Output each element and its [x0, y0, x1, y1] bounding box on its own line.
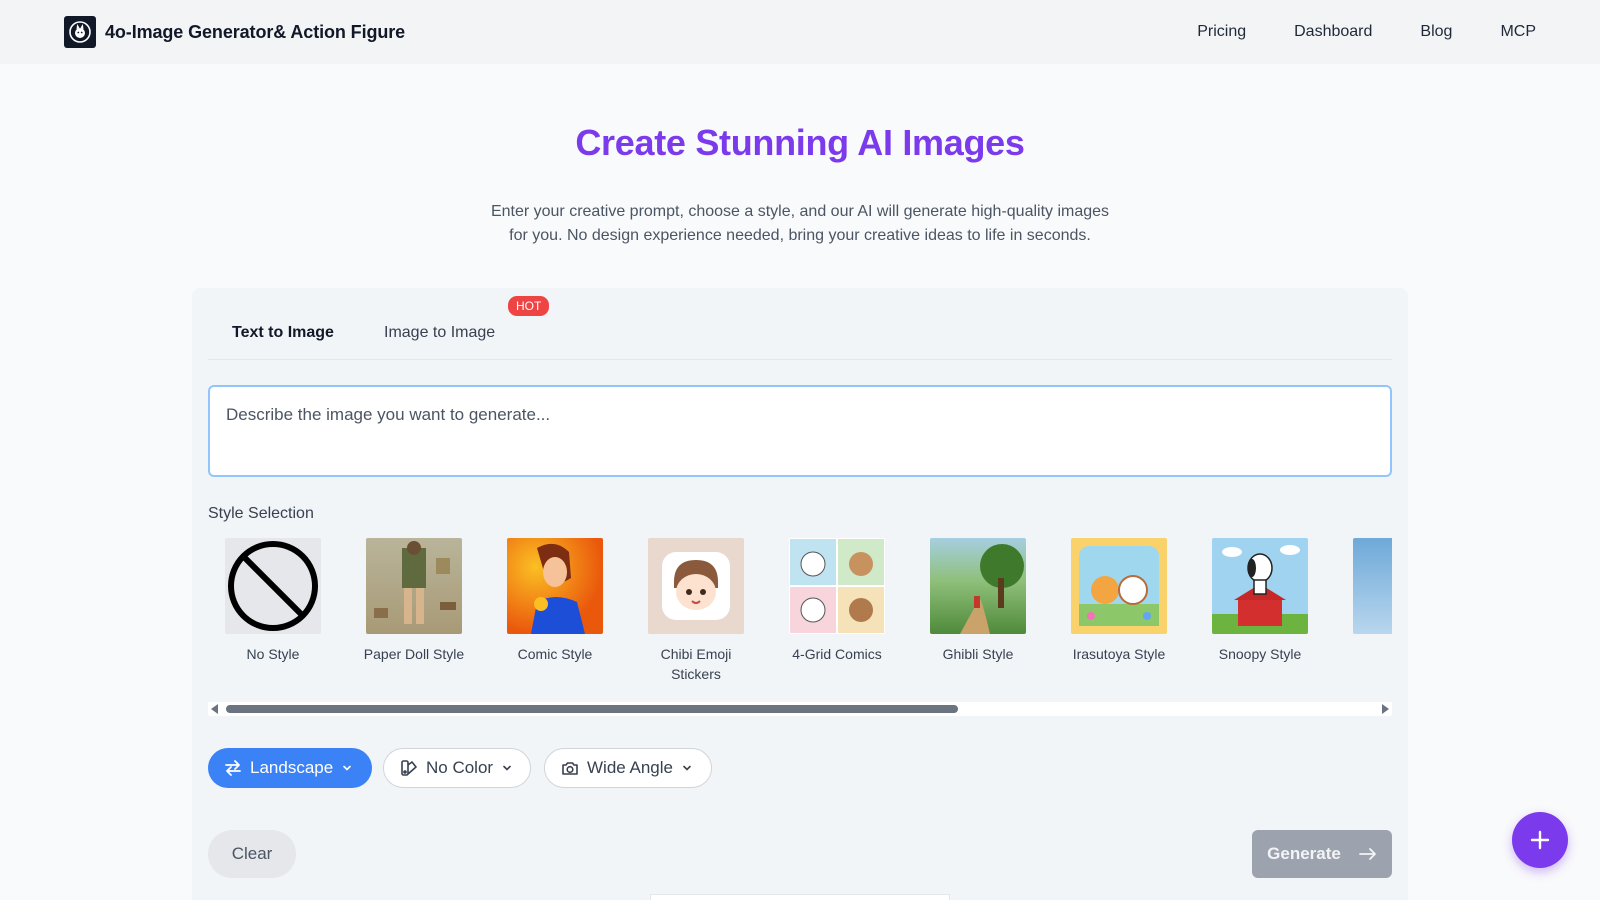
lens-label: Wide Angle	[587, 758, 673, 777]
style-option-no-style[interactable]: No Style	[208, 538, 338, 664]
mode-tabs: Text to Image Image to Image HOT	[208, 288, 1392, 360]
nav-link-mcp[interactable]: MCP	[1500, 23, 1536, 41]
prompt-input[interactable]	[208, 385, 1392, 477]
chevron-down-icon	[343, 765, 351, 771]
no-style-icon	[225, 538, 321, 634]
style-option-comic[interactable]: Comic Style	[490, 538, 620, 664]
scroll-right-icon[interactable]	[1382, 704, 1389, 714]
nav-link-dashboard[interactable]: Dashboard	[1294, 23, 1372, 41]
subtitle-line-1: Enter your creative prompt, choose a sty…	[490, 203, 1110, 220]
chevron-down-icon	[683, 765, 691, 771]
scroll-left-icon[interactable]	[211, 704, 218, 714]
style-label: Ghibli Style	[942, 646, 1014, 662]
generator-panel: Text to Image Image to Image HOT Style S…	[192, 288, 1408, 900]
camera-icon	[562, 762, 578, 775]
clear-button[interactable]: Clear	[208, 830, 296, 878]
color-dropdown[interactable]: No Color	[383, 748, 531, 788]
paper-doll-thumbnail	[366, 538, 462, 634]
panel-bottom-edge	[650, 894, 950, 900]
logo-icon	[64, 16, 96, 48]
style-label: Comic Style	[517, 646, 593, 662]
style-label: Chibi Emoji Stickers	[660, 646, 732, 682]
style-carousel[interactable]: No Style Paper Doll Style Comic Style Ch…	[208, 538, 1392, 698]
page-subtitle: Enter your creative prompt, choose a sty…	[450, 200, 1150, 248]
partial-style-thumbnail	[1353, 538, 1392, 634]
style-option-snoopy[interactable]: Snoopy Style	[1195, 538, 1325, 664]
brand[interactable]: 4o-Image Generator& Action Figure	[64, 16, 405, 48]
style-label: Snoopy Style	[1218, 646, 1302, 662]
chibi-thumbnail	[648, 538, 744, 634]
generate-label: Generate	[1267, 844, 1341, 863]
nav-links: Pricing Dashboard Blog MCP	[1197, 0, 1536, 64]
style-carousel-scrollbar[interactable]	[208, 702, 1392, 716]
style-label: A	[1336, 644, 1392, 664]
tab-text-to-image[interactable]: Text to Image	[232, 324, 334, 342]
style-option-chibi-emoji[interactable]: Chibi Emoji Stickers	[631, 538, 761, 684]
generate-button[interactable]: Generate	[1252, 830, 1392, 878]
lens-dropdown[interactable]: Wide Angle	[544, 748, 712, 788]
style-label: 4-Grid Comics	[792, 646, 882, 662]
style-label: No Style	[246, 646, 300, 662]
orientation-label: Landscape	[250, 758, 334, 777]
subtitle-line-2: for you. No design experience needed, br…	[509, 227, 1091, 244]
irasutoya-thumbnail	[1071, 538, 1167, 634]
top-nav: 4o-Image Generator& Action Figure Pricin…	[0, 0, 1600, 64]
hot-badge: HOT	[508, 296, 550, 316]
color-label: No Color	[426, 758, 494, 777]
four-grid-thumbnail	[789, 538, 885, 634]
brand-name: 4o-Image Generator& Action Figure	[105, 21, 406, 42]
floating-add-button[interactable]	[1512, 812, 1568, 868]
style-label: Irasutoya Style	[1072, 646, 1166, 662]
style-option-irasutoya[interactable]: Irasutoya Style	[1054, 538, 1184, 664]
snoopy-thumbnail	[1212, 538, 1308, 634]
style-option-ghibli[interactable]: Ghibli Style	[913, 538, 1043, 664]
orientation-dropdown[interactable]: Landscape	[208, 748, 372, 788]
page-title: Create Stunning AI Images	[575, 122, 1025, 163]
style-option-paper-doll[interactable]: Paper Doll Style	[349, 538, 479, 664]
arrow-right-icon	[1358, 848, 1376, 860]
palette-icon	[401, 760, 417, 776]
style-option-4-grid-comics[interactable]: 4-Grid Comics	[772, 538, 902, 664]
plus-icon	[1530, 830, 1550, 850]
style-label: Paper Doll Style	[363, 646, 465, 662]
chevron-down-icon	[503, 765, 511, 771]
comic-thumbnail	[507, 538, 603, 634]
tab-image-to-image[interactable]: Image to Image	[384, 324, 495, 342]
scrollbar-thumb[interactable]	[226, 705, 958, 713]
nav-link-blog[interactable]: Blog	[1420, 23, 1452, 41]
style-selection-label: Style Selection	[208, 505, 314, 522]
ghibli-thumbnail	[930, 538, 1026, 634]
nav-link-pricing[interactable]: Pricing	[1197, 23, 1246, 41]
swap-arrows-icon	[225, 760, 241, 776]
style-option-partial[interactable]: A	[1336, 538, 1392, 664]
